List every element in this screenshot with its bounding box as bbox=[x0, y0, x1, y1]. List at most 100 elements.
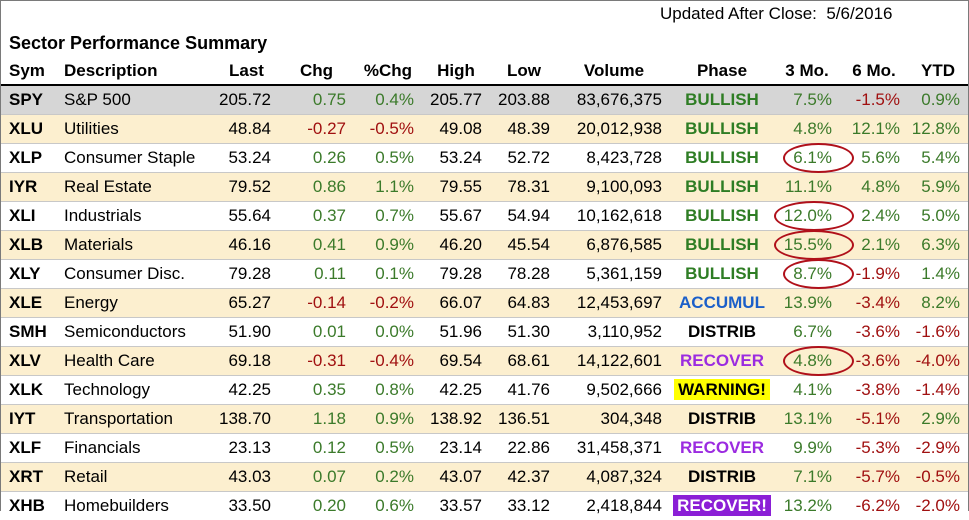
cell-pctchg: -0.4% bbox=[354, 347, 422, 376]
cell-volume: 4,087,324 bbox=[558, 463, 670, 492]
cell-ytd: 12.8% bbox=[908, 115, 968, 144]
cell-chg: 0.07 bbox=[279, 463, 354, 492]
cell-sym: SMH bbox=[1, 318, 56, 347]
table-row: SPYS&P 500205.720.750.4%205.77203.8883,6… bbox=[1, 85, 968, 115]
col-header-last: Last bbox=[214, 58, 279, 85]
cell-phase: BULLISH bbox=[670, 85, 774, 115]
col-header-3mo: 3 Mo. bbox=[774, 58, 840, 85]
cell-phase: RECOVER bbox=[670, 347, 774, 376]
cell-volume: 9,100,093 bbox=[558, 173, 670, 202]
cell-sym: IYR bbox=[1, 173, 56, 202]
phase-badge: RECOVER! bbox=[673, 495, 771, 516]
table-row: XLBMaterials46.160.410.9%46.2045.546,876… bbox=[1, 231, 968, 260]
cell-6mo: -6.2% bbox=[840, 492, 908, 520]
table-row: SMHSemiconductors51.900.010.0%51.9651.30… bbox=[1, 318, 968, 347]
cell-ytd: -1.6% bbox=[908, 318, 968, 347]
page-title: Sector Performance Summary bbox=[9, 33, 267, 54]
cell-pctchg: 0.4% bbox=[354, 85, 422, 115]
cell-high: 46.20 bbox=[422, 231, 490, 260]
cell-chg: 0.41 bbox=[279, 231, 354, 260]
cell-6mo: -5.3% bbox=[840, 434, 908, 463]
cell-pctchg: 0.1% bbox=[354, 260, 422, 289]
col-header-phase: Phase bbox=[670, 58, 774, 85]
cell-phase: BULLISH bbox=[670, 115, 774, 144]
cell-description: Consumer Disc. bbox=[56, 260, 214, 289]
cell-ytd: 6.3% bbox=[908, 231, 968, 260]
cell-ytd: -2.0% bbox=[908, 492, 968, 520]
cell-low: 136.51 bbox=[490, 405, 558, 434]
cell-last: 69.18 bbox=[214, 347, 279, 376]
cell-low: 52.72 bbox=[490, 144, 558, 173]
cell-high: 51.96 bbox=[422, 318, 490, 347]
cell-low: 41.76 bbox=[490, 376, 558, 405]
table-row: XLIIndustrials55.640.370.7%55.6754.9410,… bbox=[1, 202, 968, 231]
col-header-chg: Chg bbox=[279, 58, 354, 85]
cell-6mo: -3.8% bbox=[840, 376, 908, 405]
cell-volume: 304,348 bbox=[558, 405, 670, 434]
cell-ytd: -2.9% bbox=[908, 434, 968, 463]
table-row: IYRReal Estate79.520.861.1%79.5578.319,1… bbox=[1, 173, 968, 202]
cell-high: 66.07 bbox=[422, 289, 490, 318]
cell-pctchg: 0.7% bbox=[354, 202, 422, 231]
cell-high: 23.14 bbox=[422, 434, 490, 463]
cell-ytd: -1.4% bbox=[908, 376, 968, 405]
cell-high: 49.08 bbox=[422, 115, 490, 144]
cell-last: 79.28 bbox=[214, 260, 279, 289]
cell-ytd: 5.4% bbox=[908, 144, 968, 173]
circled-value: 15.5% bbox=[784, 235, 832, 255]
cell-ytd: 5.0% bbox=[908, 202, 968, 231]
cell-ytd: 8.2% bbox=[908, 289, 968, 318]
col-header-description: Description bbox=[56, 58, 214, 85]
cell-phase: BULLISH bbox=[670, 202, 774, 231]
cell-sym: XRT bbox=[1, 463, 56, 492]
cell-last: 55.64 bbox=[214, 202, 279, 231]
cell-3mo: 8.7% bbox=[774, 260, 840, 289]
phase-badge: WARNING! bbox=[674, 379, 770, 400]
cell-ytd: -4.0% bbox=[908, 347, 968, 376]
col-header-sym: Sym bbox=[1, 58, 56, 85]
cell-last: 43.03 bbox=[214, 463, 279, 492]
cell-pctchg: 0.2% bbox=[354, 463, 422, 492]
cell-3mo: 4.8% bbox=[774, 115, 840, 144]
circled-value: 8.7% bbox=[793, 264, 832, 284]
cell-phase: WARNING! bbox=[670, 376, 774, 405]
cell-last: 138.70 bbox=[214, 405, 279, 434]
cell-3mo-value: 6.1% bbox=[793, 148, 832, 167]
cell-6mo: -3.6% bbox=[840, 318, 908, 347]
cell-volume: 5,361,159 bbox=[558, 260, 670, 289]
cell-sym: IYT bbox=[1, 405, 56, 434]
cell-3mo: 4.8% bbox=[774, 347, 840, 376]
cell-3mo-value: 8.7% bbox=[793, 264, 832, 283]
cell-sym: XLK bbox=[1, 376, 56, 405]
cell-volume: 20,012,938 bbox=[558, 115, 670, 144]
table-row: XLFFinancials23.130.120.5%23.1422.8631,4… bbox=[1, 434, 968, 463]
cell-pctchg: -0.5% bbox=[354, 115, 422, 144]
cell-low: 33.12 bbox=[490, 492, 558, 520]
cell-chg: 0.35 bbox=[279, 376, 354, 405]
cell-ytd: 5.9% bbox=[908, 173, 968, 202]
cell-3mo: 13.2% bbox=[774, 492, 840, 520]
cell-sym: XLI bbox=[1, 202, 56, 231]
cell-pctchg: 0.5% bbox=[354, 144, 422, 173]
cell-phase: BULLISH bbox=[670, 144, 774, 173]
cell-3mo: 7.5% bbox=[774, 85, 840, 115]
cell-ytd: 2.9% bbox=[908, 405, 968, 434]
cell-sym: XLB bbox=[1, 231, 56, 260]
col-header-low: Low bbox=[490, 58, 558, 85]
cell-pctchg: 0.9% bbox=[354, 231, 422, 260]
cell-phase: BULLISH bbox=[670, 231, 774, 260]
cell-chg: -0.31 bbox=[279, 347, 354, 376]
cell-high: 42.25 bbox=[422, 376, 490, 405]
cell-sym: XLV bbox=[1, 347, 56, 376]
cell-description: Technology bbox=[56, 376, 214, 405]
cell-high: 33.57 bbox=[422, 492, 490, 520]
cell-last: 23.13 bbox=[214, 434, 279, 463]
cell-description: Health Care bbox=[56, 347, 214, 376]
cell-last: 33.50 bbox=[214, 492, 279, 520]
cell-phase: DISTRIB bbox=[670, 405, 774, 434]
cell-high: 205.77 bbox=[422, 85, 490, 115]
cell-last: 53.24 bbox=[214, 144, 279, 173]
table-row: IYTTransportation138.701.180.9%138.92136… bbox=[1, 405, 968, 434]
col-header-high: High bbox=[422, 58, 490, 85]
cell-last: 65.27 bbox=[214, 289, 279, 318]
